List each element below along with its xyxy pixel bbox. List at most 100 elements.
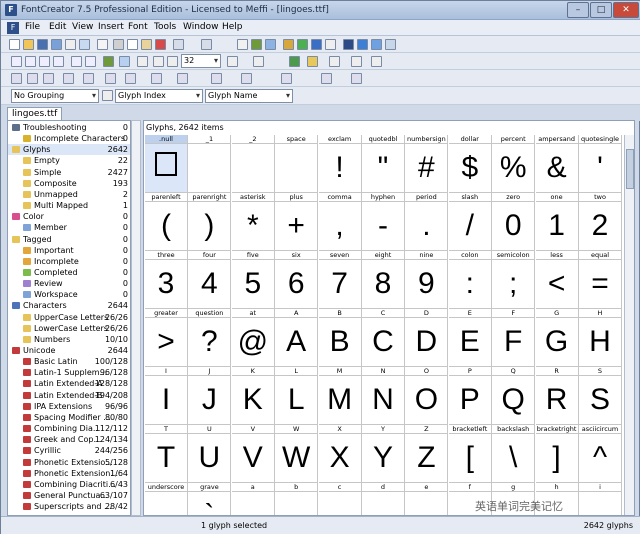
tree-item[interactable]: Phonetic Extension... 1/64: [8, 468, 130, 479]
glyph-cell[interactable]: .null: [145, 135, 188, 193]
tree-item[interactable]: Glyphs 2642: [8, 144, 130, 156]
redo-icon[interactable]: [201, 39, 212, 50]
scroll-thumb[interactable]: [626, 149, 634, 189]
tree-item[interactable]: General Punctua... 63/107: [8, 490, 130, 501]
tree-item[interactable]: Color 0: [8, 211, 130, 222]
new-icon[interactable]: [9, 39, 20, 50]
properties-icon[interactable]: [251, 39, 262, 50]
preview-icon[interactable]: [79, 39, 90, 50]
bitmap-icon[interactable]: [307, 56, 318, 67]
glyph-cell[interactable]: numbersign #: [405, 135, 449, 193]
tree-item[interactable]: Workspace 0: [8, 289, 130, 300]
find-icon[interactable]: [97, 39, 108, 50]
union-icon[interactable]: [177, 73, 188, 84]
tree-item[interactable]: Unmapped 2: [8, 189, 130, 200]
rectangle-icon[interactable]: [85, 56, 96, 67]
fit-icon[interactable]: [227, 56, 238, 67]
glyph-cell[interactable]: _1: [188, 135, 232, 193]
glyph-cell[interactable]: one 1: [535, 193, 579, 251]
select-icon[interactable]: [11, 56, 22, 67]
tree-item[interactable]: Latin-1 Supplem... 96/128: [8, 367, 130, 378]
join-icon[interactable]: [321, 73, 332, 84]
maximize-button[interactable]: □: [590, 2, 612, 18]
glyph-cell[interactable]: parenright): [188, 193, 232, 251]
menu-view[interactable]: View: [72, 22, 93, 32]
glyph-cell[interactable]: YY: [362, 425, 405, 483]
glyph-cell[interactable]: OO: [405, 367, 449, 425]
glyph-cell[interactable]: at @: [231, 309, 275, 367]
tree-item[interactable]: Tagged 0: [8, 234, 130, 245]
flip-icon[interactable]: [83, 73, 94, 84]
glyph-cell[interactable]: parenleft (: [145, 193, 188, 251]
glyph-cell[interactable]: SS: [579, 367, 622, 425]
glyph-cell[interactable]: four 4: [188, 251, 232, 309]
split-icon[interactable]: [281, 73, 292, 84]
glyph-cell[interactable]: bracketright]: [535, 425, 579, 483]
zoom-icon[interactable]: [167, 56, 178, 67]
glyph-cell[interactable]: seven 7: [318, 251, 362, 309]
tree-item[interactable]: Greek and Cop... 124/134: [8, 434, 130, 445]
tree-item[interactable]: Empty 22: [8, 155, 130, 166]
glyph-cell[interactable]: quotedbl ": [362, 135, 405, 193]
delete-icon[interactable]: [155, 39, 166, 50]
glyph-cell[interactable]: ZZ: [405, 425, 449, 483]
glyph-cell[interactable]: asciicircum ^: [579, 425, 622, 483]
open-icon[interactable]: [23, 39, 34, 50]
glyph-cell[interactable]: EE: [448, 309, 492, 367]
glyph-cell[interactable]: semicolon;: [492, 251, 536, 309]
glyph-cell[interactable]: five 5: [231, 251, 275, 309]
menu-help[interactable]: Help: [222, 22, 243, 32]
glyph-cell[interactable]: greater >: [145, 309, 188, 367]
glyph-cell[interactable]: asterisk *: [231, 193, 275, 251]
insert-glyph-icon[interactable]: [237, 39, 248, 50]
align-center-icon[interactable]: [27, 73, 38, 84]
tree-item[interactable]: Phonetic Extensio... 5/128: [8, 457, 130, 468]
glyph-cell[interactable]: XX: [318, 425, 362, 483]
glyph-cell[interactable]: BB: [318, 309, 362, 367]
glyph-cell[interactable]: two 2: [579, 193, 622, 251]
outline-icon[interactable]: [329, 56, 340, 67]
glyph-cell[interactable]: a: [231, 483, 275, 515]
measure-icon[interactable]: [71, 56, 82, 67]
tree-item[interactable]: Combining Diacriti... 6/43: [8, 479, 130, 490]
save-all-icon[interactable]: [51, 39, 62, 50]
tree-item[interactable]: Latin Extended-A 128/128: [8, 378, 130, 389]
glyph-cell[interactable]: _2: [231, 135, 275, 193]
tree-item[interactable]: Simple 2427: [8, 167, 130, 178]
tree-item[interactable]: Combining Dia... 112/112: [8, 423, 130, 434]
menu-window[interactable]: Window: [183, 22, 219, 32]
zoom-select[interactable]: 32: [181, 54, 221, 68]
tree-item[interactable]: Incomplete Characters 0: [8, 133, 130, 144]
align-left-icon[interactable]: [11, 73, 22, 84]
window-icon[interactable]: [371, 39, 382, 50]
tree-item[interactable]: Unicode 2644: [8, 345, 130, 356]
font-p-icon[interactable]: [343, 39, 354, 50]
tree-item[interactable]: IPA Extensions 96/96: [8, 401, 130, 412]
glyph-cell[interactable]: dollar $: [448, 135, 492, 193]
tree-item[interactable]: Troubleshooting 0: [8, 122, 130, 133]
glyph-cell[interactable]: UU: [188, 425, 232, 483]
glyph-cell[interactable]: WW: [275, 425, 319, 483]
zoom-out-icon[interactable]: [153, 56, 164, 67]
glyph-cell[interactable]: colon:: [448, 251, 492, 309]
glyph-cell[interactable]: RR: [535, 367, 579, 425]
glyph-cell[interactable]: percent%: [492, 135, 536, 193]
tree-item[interactable]: Incomplete 0: [8, 256, 130, 267]
knife-icon[interactable]: [53, 56, 64, 67]
menu-file[interactable]: File: [25, 22, 40, 32]
paste-icon[interactable]: [141, 39, 152, 50]
glyph-cell[interactable]: question?: [188, 309, 232, 367]
subtract-icon[interactable]: [241, 73, 252, 84]
undo-icon[interactable]: [173, 39, 184, 50]
tools-icon[interactable]: [283, 39, 294, 50]
glyph-cell[interactable]: quotesingle ': [579, 135, 622, 193]
glyph-cell[interactable]: GG: [535, 309, 579, 367]
glyph-cell[interactable]: hyphen -: [362, 193, 405, 251]
zoom-in-icon[interactable]: [137, 56, 148, 67]
tree-item[interactable]: Multi Mapped 1: [8, 200, 130, 211]
intersect-icon[interactable]: [211, 73, 222, 84]
glyph-cell[interactable]: bracketleft [: [448, 425, 492, 483]
close-button[interactable]: ✕: [613, 2, 639, 18]
glyph-cell[interactable]: d: [362, 483, 405, 515]
round-icon[interactable]: [151, 73, 162, 84]
